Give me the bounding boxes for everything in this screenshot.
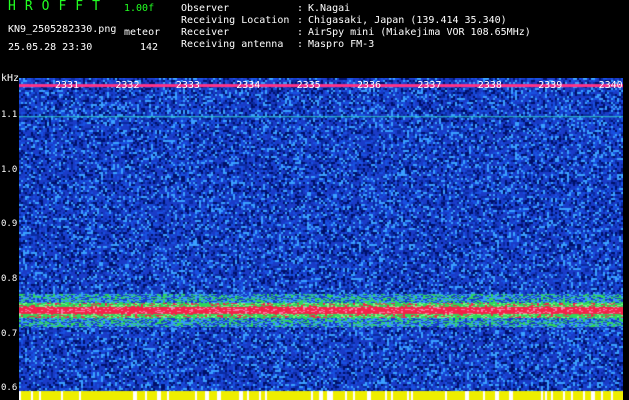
time-tick-label: 2336	[357, 80, 382, 91]
meteor-label: meteor	[124, 27, 161, 38]
separator: :	[297, 27, 304, 38]
receiver-value: AirSpy mini (Miakejima VOR 108.65MHz)	[308, 27, 531, 38]
y-tick-label: 0.6	[1, 383, 18, 394]
datetime-label: 25.05.28 23:30	[8, 42, 93, 53]
time-tick-label: 2332	[115, 80, 140, 91]
header-panel: HROFFT 1.00f KN9_2505282330.png meteor 2…	[0, 0, 629, 72]
time-tick-label: 2339	[538, 80, 563, 91]
receiver-key: Receiver	[181, 27, 230, 38]
antenna-value: Maspro FM-3	[308, 39, 375, 50]
app-title: HROFFT	[8, 0, 109, 14]
spectrogram-canvas	[19, 78, 623, 400]
time-tick-label: 2333	[175, 80, 200, 91]
antenna-key: Receiving antenna	[181, 39, 284, 50]
separator: :	[297, 39, 304, 50]
time-tick-label: 2331	[55, 80, 80, 91]
location-key: Receiving Location	[181, 15, 290, 26]
y-axis-unit-label: kHz	[1, 73, 20, 84]
location-value: Chigasaki, Japan (139.414 35.340)	[308, 15, 507, 26]
y-tick-label: 0.8	[1, 273, 18, 284]
separator: :	[297, 15, 304, 26]
time-tick-label: 2335	[296, 80, 321, 91]
time-tick-label: 2334	[236, 80, 261, 91]
observer-value: K.Nagai	[308, 3, 351, 14]
spectrogram-plot	[19, 78, 623, 400]
y-tick-label: 1.0	[1, 164, 18, 175]
observer-key: Observer	[181, 3, 230, 14]
meteor-count: 142	[140, 42, 159, 53]
filename-label: KN9_2505282330.png	[8, 24, 117, 35]
separator: :	[297, 3, 304, 14]
version-label: 1.00f	[124, 3, 155, 14]
time-tick-label: 2338	[477, 80, 502, 91]
time-tick-label: 2340	[598, 80, 623, 91]
y-tick-label: 0.9	[1, 219, 18, 230]
y-tick-label: 0.7	[1, 328, 18, 339]
time-tick-label: 2337	[417, 80, 442, 91]
y-tick-label: 1.1	[1, 110, 18, 121]
